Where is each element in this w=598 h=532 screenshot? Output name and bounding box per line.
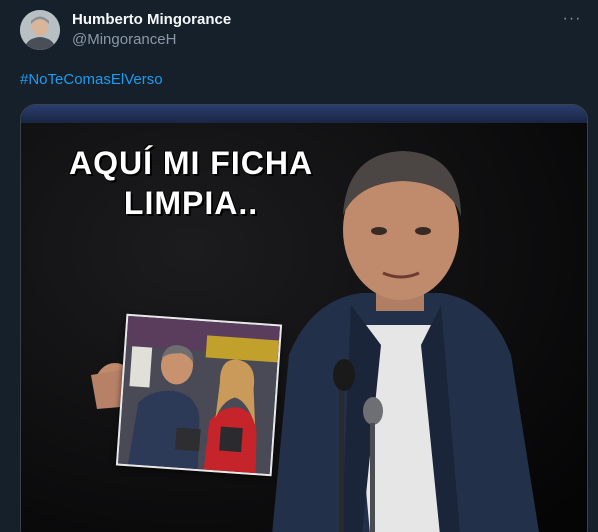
more-options-icon[interactable]: ··· [560,11,584,30]
tweet-text: #NoTeComasElVerso [20,70,163,90]
meme-caption-line-2: LIMPIA.. [123,185,259,221]
tweet-media-image[interactable]: AQUÍ MI FICHA LIMPIA.. [20,104,588,532]
held-photo [115,313,283,477]
tweet: Humberto Mingorance @MingoranceH ··· #No… [0,0,598,532]
meme-caption-line-1: AQUÍ MI FICHA [68,145,314,181]
held-photo-image [118,315,280,475]
tweet-header: Humberto Mingorance @MingoranceH ··· [20,10,584,54]
author-handle[interactable]: @MingoranceH [72,30,231,50]
meme-caption: AQUÍ MI FICHA LIMPIA.. [21,143,361,223]
author-display-name[interactable]: Humberto Mingorance [72,10,231,30]
hashtag-link[interactable]: #NoTeComasElVerso [20,71,163,88]
avatar-photo-icon [20,10,60,50]
author-avatar[interactable] [20,10,60,50]
author-names: Humberto Mingorance @MingoranceH [72,10,231,50]
